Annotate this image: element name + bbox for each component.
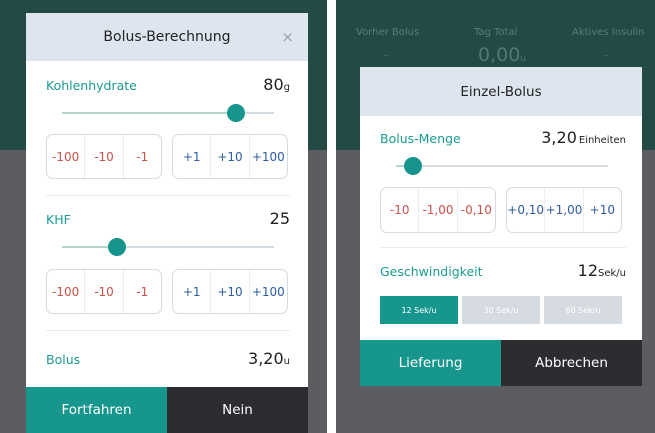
amount-plus-0-1-button[interactable]: +0,10 — [507, 188, 546, 232]
dialog-title: Einzel-Bolus — [460, 83, 542, 100]
khf-decrement-group: -100 -10 -1 — [46, 269, 162, 314]
bolus-unit: u — [283, 356, 290, 367]
day-total-unit: u — [520, 54, 527, 64]
dialog-header: Einzel-Bolus — [360, 67, 642, 116]
divider — [46, 330, 290, 331]
bolus-calculation-screen: Bolus-Berechnung × Kohlenhydrate 80g -10… — [0, 0, 327, 433]
carbs-minus-1-button[interactable]: -1 — [124, 135, 161, 178]
khf-minus-1-button[interactable]: -1 — [124, 270, 161, 313]
carbs-decrement-group: -100 -10 -1 — [46, 134, 162, 179]
bolus-amount-slider[interactable] — [396, 157, 608, 175]
bolus-label: Bolus — [46, 352, 81, 367]
speed-value: 12 — [577, 261, 598, 280]
speed-option-60[interactable]: 60 Sek/u — [544, 296, 622, 324]
bolus-amount-value-wrap: 3,20 Einheiten — [541, 128, 626, 147]
day-total-label: Tag Total — [474, 27, 518, 38]
single-bolus-dialog: Einzel-Bolus Bolus-Menge 3,20 Einheiten -… — [360, 67, 642, 386]
bolus-amount-slider-thumb[interactable] — [403, 157, 422, 175]
divider — [46, 195, 290, 196]
dialog-header: Bolus-Berechnung × — [26, 13, 308, 61]
prev-bolus-label: Vorher Bolus — [356, 27, 420, 38]
carbs-row: Kohlenhydrate 80g — [46, 75, 290, 94]
amount-plus-10-button[interactable]: +10 — [584, 188, 621, 232]
khf-label: KHF — [46, 212, 71, 227]
deliver-button[interactable]: Lieferung — [360, 340, 501, 386]
continue-button[interactable]: Fortfahren — [26, 387, 167, 433]
carbs-slider-thumb[interactable] — [226, 104, 245, 122]
carbs-slider[interactable] — [62, 104, 274, 122]
speed-option-12[interactable]: 12 Sek/u — [380, 296, 458, 324]
close-icon[interactable]: × — [281, 28, 294, 46]
carbs-increment-group: +1 +10 +100 — [172, 134, 288, 179]
dialog-title: Bolus-Berechnung — [103, 29, 231, 45]
khf-row: KHF 25 — [46, 209, 290, 228]
amount-minus-1-button[interactable]: -1,00 — [419, 188, 458, 232]
amount-minus-0-1-button[interactable]: -0,10 — [458, 188, 495, 232]
divider — [380, 247, 626, 248]
carbs-slider-fill — [62, 112, 236, 114]
bolus-calculation-dialog: Bolus-Berechnung × Kohlenhydrate 80g -10… — [26, 13, 308, 433]
single-bolus-screen: Vorher Bolus – Tag Total 0,00u Aktives I… — [336, 0, 655, 433]
bolus-value-wrap: 3,20u — [248, 349, 290, 368]
speed-row: Geschwindigkeit 12Sek/u — [380, 261, 626, 280]
carbs-label: Kohlenhydrate — [46, 78, 137, 93]
khf-plus-1-button[interactable]: +1 — [173, 270, 212, 313]
cancel-button[interactable]: Abbrechen — [501, 340, 642, 386]
speed-option-30[interactable]: 30 Sek/u — [462, 296, 540, 324]
day-total-value: 0,00 — [478, 44, 521, 66]
carbs-value-wrap: 80g — [263, 75, 290, 94]
amount-decrement-group: -10 -1,00 -0,10 — [380, 187, 496, 233]
carbs-value: 80 — [263, 75, 284, 94]
khf-minus-100-button[interactable]: -100 — [47, 270, 86, 313]
bolus-value: 3,20 — [248, 349, 284, 368]
khf-minus-10-button[interactable]: -10 — [85, 270, 124, 313]
speed-unit: Sek/u — [598, 268, 626, 279]
day-total-value-wrap: 0,00u — [478, 44, 526, 66]
no-button[interactable]: Nein — [167, 387, 308, 433]
speed-label: Geschwindigkeit — [380, 264, 483, 279]
speed-value-wrap: 12Sek/u — [578, 261, 626, 280]
carbs-plus-10-button[interactable]: +10 — [211, 135, 250, 178]
carbs-unit: g — [283, 82, 290, 93]
carbs-plus-100-button[interactable]: +100 — [250, 135, 287, 178]
khf-value: 25 — [269, 209, 290, 228]
bolus-row: Bolus 3,20u — [46, 349, 290, 368]
khf-plus-100-button[interactable]: +100 — [250, 270, 287, 313]
active-insulin-label: Aktives Insulin — [572, 27, 645, 38]
bolus-amount-label: Bolus-Menge — [380, 131, 461, 146]
carbs-minus-100-button[interactable]: -100 — [47, 135, 86, 178]
khf-plus-10-button[interactable]: +10 — [211, 270, 250, 313]
active-insulin-value: – — [604, 50, 609, 61]
amount-plus-1-button[interactable]: +1,00 — [545, 188, 584, 232]
amount-minus-10-button[interactable]: -10 — [381, 188, 420, 232]
khf-slider-thumb[interactable] — [108, 238, 127, 256]
carbs-plus-1-button[interactable]: +1 — [173, 135, 212, 178]
khf-increment-group: +1 +10 +100 — [172, 269, 288, 314]
bolus-amount-unit: Einheiten — [578, 135, 626, 146]
carbs-minus-10-button[interactable]: -10 — [85, 135, 124, 178]
khf-slider[interactable] — [62, 238, 274, 256]
bolus-amount-row: Bolus-Menge 3,20 Einheiten — [380, 128, 626, 147]
prev-bolus-value: – — [384, 50, 389, 61]
amount-increment-group: +0,10 +1,00 +10 — [506, 187, 622, 233]
bolus-amount-value: 3,20 — [541, 128, 577, 147]
